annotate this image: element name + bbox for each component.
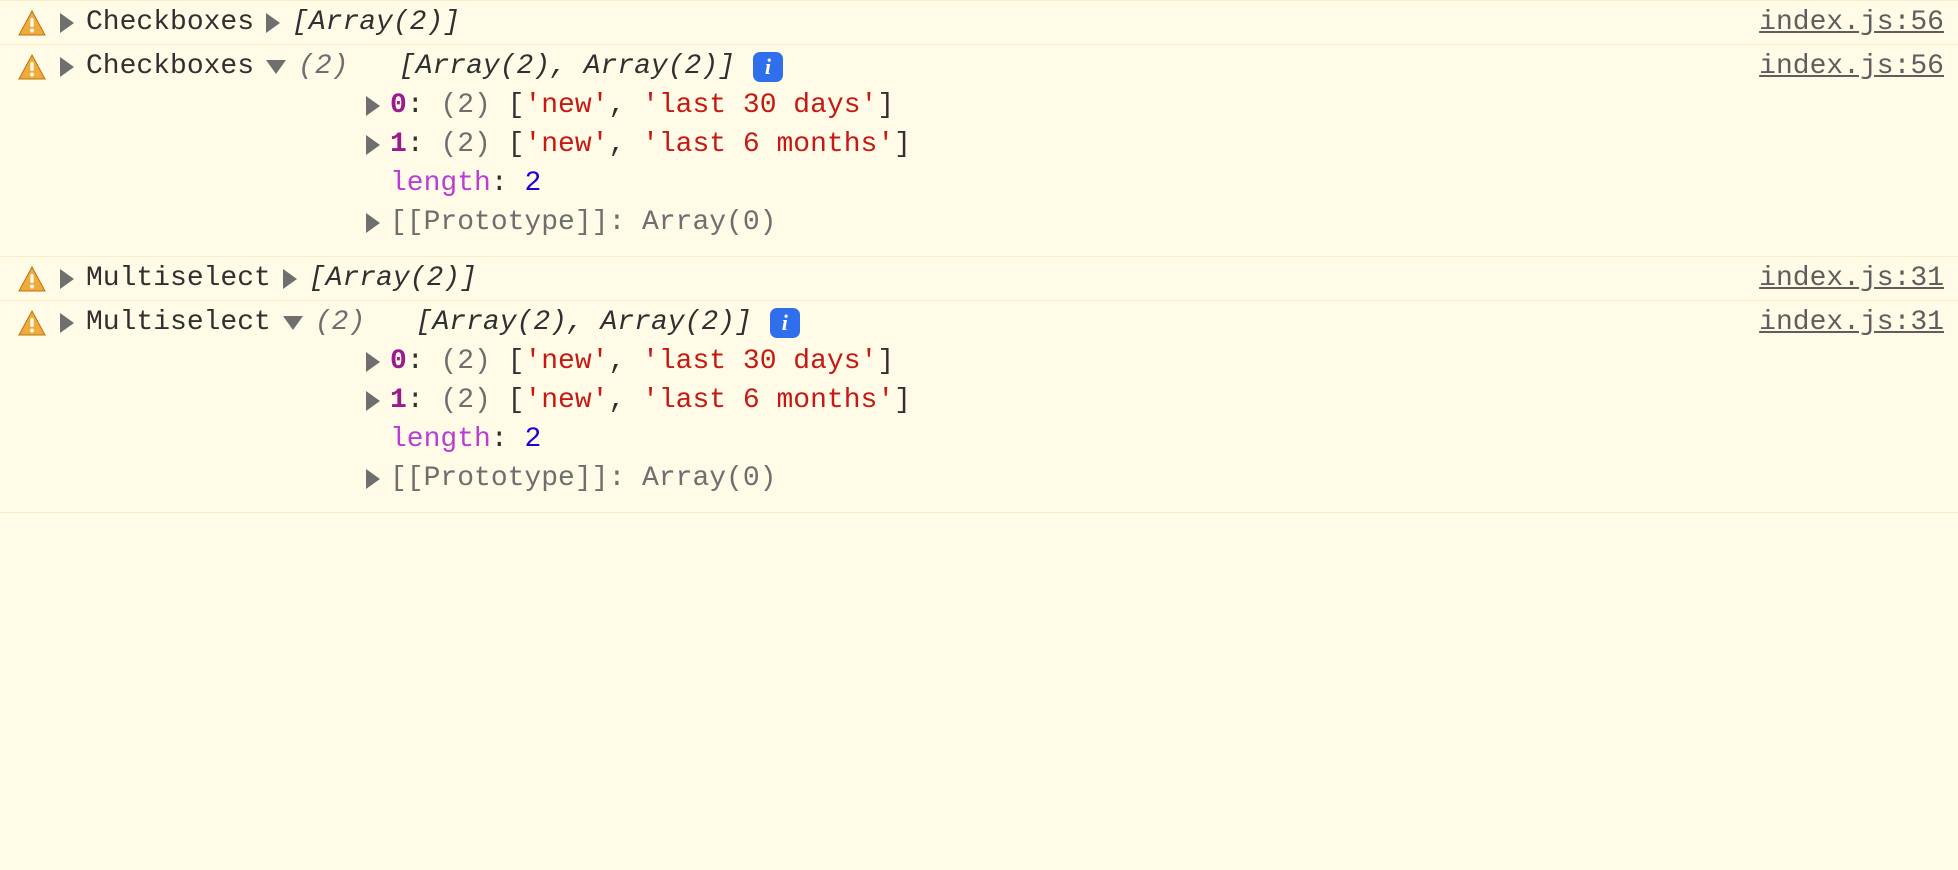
item-count: (2) [440,90,490,121]
log-label: Multiselect [86,263,271,294]
property-value: 2 [524,424,541,455]
property-key: length [390,168,491,199]
expand-toggle-icon[interactable] [60,313,74,333]
item-index: 1 [390,385,407,416]
info-icon[interactable]: i [770,308,800,338]
item-count: (2) [440,385,490,416]
log-label: Multiselect [86,307,271,338]
console-warning-row: Multiselect (2) [Array(2), Array(2)] i i… [0,300,1958,513]
string-value: 'new' [524,385,608,416]
expand-toggle-icon[interactable] [60,13,74,33]
expand-toggle-icon[interactable] [366,352,380,372]
object-summary[interactable]: [Array(2)] [309,263,477,294]
info-icon[interactable]: i [753,52,783,82]
string-value: 'new' [524,90,608,121]
item-index: 0 [390,90,407,121]
object-summary[interactable]: (2) [Array(2), Array(2)] [315,307,752,338]
string-value: 'last 30 days' [642,346,877,377]
property-value: Array(0) [642,463,776,494]
object-children: 0: (2) ['new', 'last 30 days'] 1: (2) ['… [18,82,1944,250]
item-index: 0 [390,346,407,377]
source-link[interactable]: index.js:31 [1759,263,1944,294]
property-value: Array(0) [642,207,776,238]
prototype-property[interactable]: [[Prototype]]: Array(0) [366,203,1944,242]
array-item[interactable]: 1: (2) ['new', 'last 6 months'] [366,381,1944,420]
expand-toggle-icon[interactable] [366,213,380,233]
expand-toggle-icon[interactable] [60,269,74,289]
property-value: 2 [524,168,541,199]
console-row-head: Checkboxes (2) [Array(2), Array(2)] i in… [18,51,1944,82]
item-count: (2) [440,129,490,160]
expand-toggle-icon[interactable] [366,96,380,116]
warning-icon [18,310,46,336]
log-label: Checkboxes [86,7,254,38]
property-key: length [390,424,491,455]
item-index: 1 [390,129,407,160]
array-length: (2) [315,307,365,338]
warning-icon [18,54,46,80]
source-link[interactable]: index.js:31 [1759,307,1944,338]
item-count: (2) [440,346,490,377]
console-warning-row: Checkboxes [Array(2)] index.js:56 [0,0,1958,45]
property-key: [[Prototype]] [390,463,608,494]
string-value: 'new' [524,346,608,377]
array-preview: [Array(2), Array(2)] [399,51,735,82]
expand-toggle-icon[interactable] [366,135,380,155]
string-value: 'last 6 months' [642,129,894,160]
console-row-head: Multiselect [Array(2)] index.js:31 [18,263,1944,294]
length-property: length: 2 [366,420,1944,459]
collapse-toggle-icon[interactable] [283,316,303,330]
source-link[interactable]: index.js:56 [1759,51,1944,82]
object-summary[interactable]: [Array(2)] [292,7,460,38]
console-row-head: Checkboxes [Array(2)] index.js:56 [18,7,1944,38]
string-value: 'last 30 days' [642,90,877,121]
array-item[interactable]: 1: (2) ['new', 'last 6 months'] [366,125,1944,164]
source-link[interactable]: index.js:56 [1759,7,1944,38]
object-children: 0: (2) ['new', 'last 30 days'] 1: (2) ['… [18,338,1944,506]
length-property: length: 2 [366,164,1944,203]
console-warning-row: Multiselect [Array(2)] index.js:31 [0,256,1958,301]
array-length: (2) [298,51,348,82]
warning-icon [18,10,46,36]
log-label: Checkboxes [86,51,254,82]
property-key: [[Prototype]] [390,207,608,238]
expand-toggle-icon[interactable] [366,469,380,489]
collapse-toggle-icon[interactable] [266,60,286,74]
array-item[interactable]: 0: (2) ['new', 'last 30 days'] [366,342,1944,381]
warning-icon [18,266,46,292]
expand-toggle-icon[interactable] [366,391,380,411]
string-value: 'new' [524,129,608,160]
console-warning-row: Checkboxes (2) [Array(2), Array(2)] i in… [0,44,1958,257]
prototype-property[interactable]: [[Prototype]]: Array(0) [366,459,1944,498]
console-row-head: Multiselect (2) [Array(2), Array(2)] i i… [18,307,1944,338]
object-summary[interactable]: (2) [Array(2), Array(2)] [298,51,735,82]
expand-toggle-icon[interactable] [283,269,297,289]
array-preview: [Array(2), Array(2)] [416,307,752,338]
array-item[interactable]: 0: (2) ['new', 'last 30 days'] [366,86,1944,125]
expand-toggle-icon[interactable] [60,57,74,77]
expand-toggle-icon[interactable] [266,13,280,33]
string-value: 'last 6 months' [642,385,894,416]
